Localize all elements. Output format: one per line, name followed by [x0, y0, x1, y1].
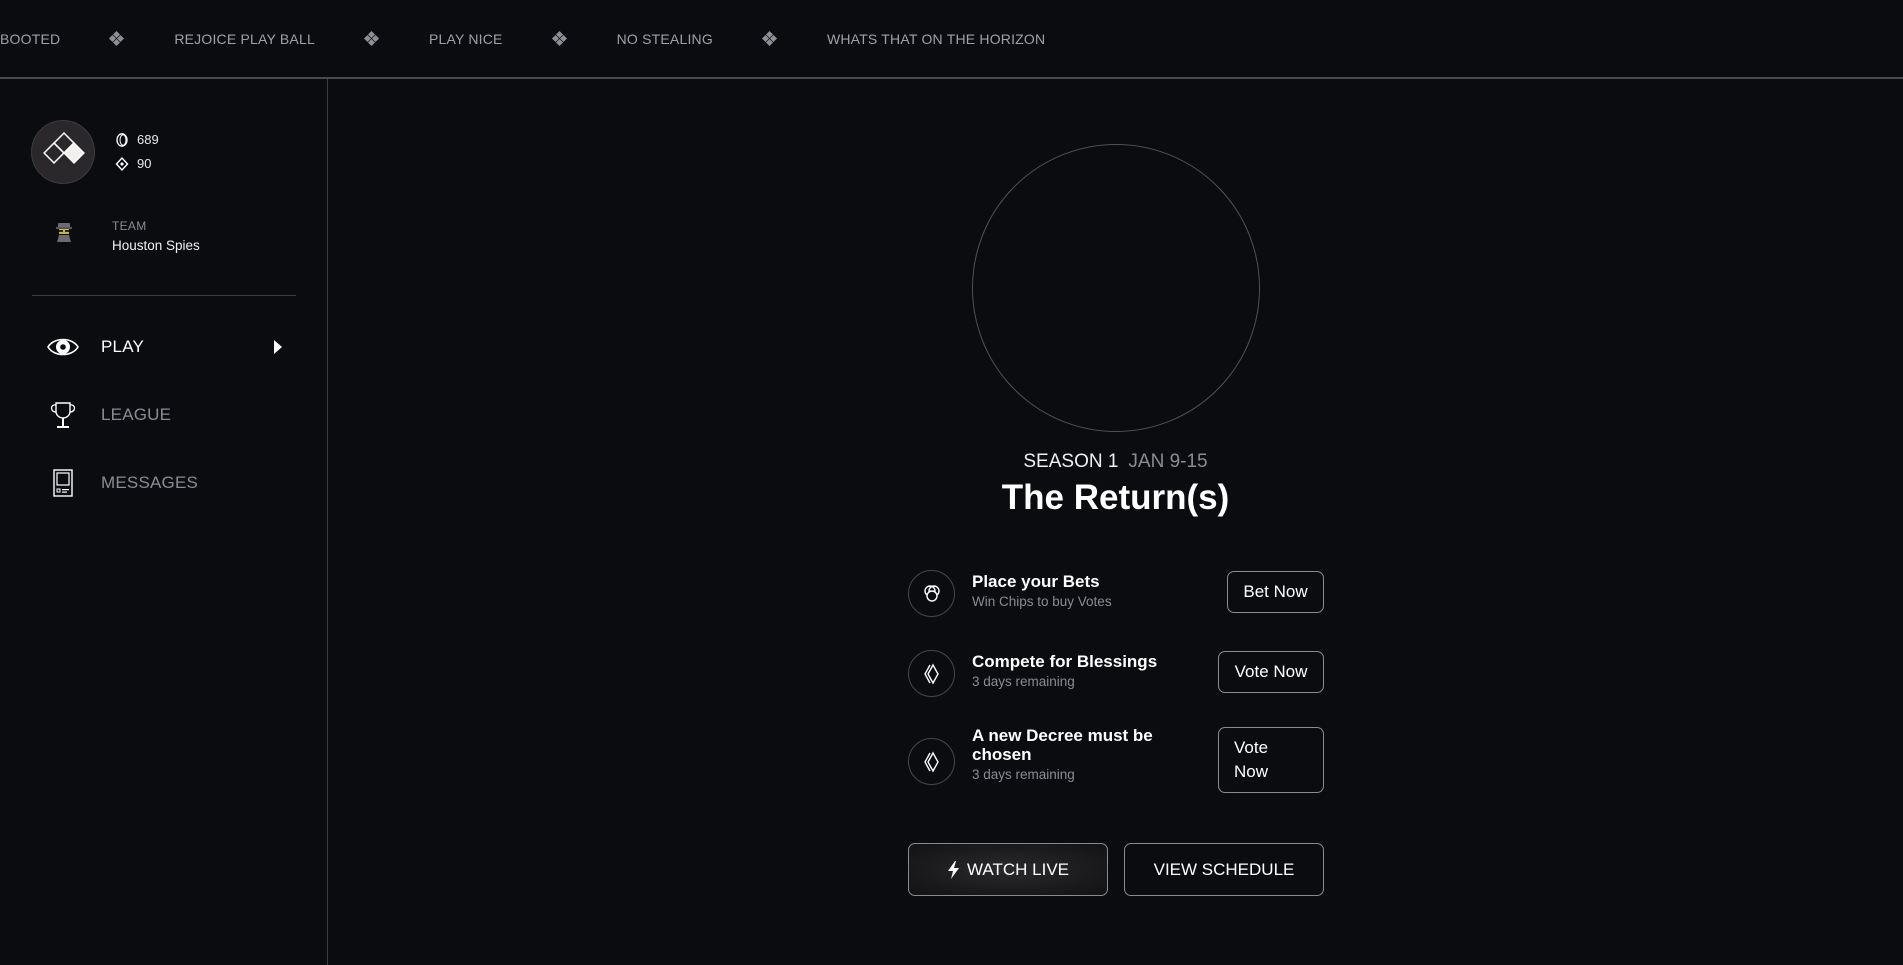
- action-title: Place your Bets: [972, 572, 1100, 591]
- book-icon: [45, 469, 81, 497]
- chips-icon: [908, 570, 955, 617]
- spy-emoji-icon: [54, 220, 74, 242]
- view-schedule-label: VIEW SCHEDULE: [1153, 859, 1295, 879]
- action-subtitle: 3 days remaining: [972, 767, 1075, 782]
- trophy-icon: [45, 401, 81, 429]
- action-row-bets: Place your Bets Win Chips to buy Votes B…: [908, 570, 1324, 618]
- ticker-item: WHATS THAT ON THE HORIZON: [826, 31, 1046, 47]
- watch-live-button[interactable]: WATCH LIVE: [908, 843, 1108, 896]
- four-diamond-icon: [109, 30, 125, 47]
- sidebar: 689 90 TEAM Houston Spies PLAY LEAGUE ME…: [0, 79, 328, 965]
- diamonds-logo-icon: [43, 132, 85, 164]
- ticker-item: PLAY NICE: [428, 31, 503, 47]
- header-ticker-bar: BOOTED REJOICE PLAY BALL PLAY NICE NO ST…: [0, 0, 1903, 79]
- action-row-decree: A new Decree must be chosen 3 days remai…: [908, 726, 1324, 804]
- action-subtitle: Win Chips to buy Votes: [972, 594, 1112, 609]
- chevron-right-icon: [273, 340, 283, 359]
- action-row-blessings: Compete for Blessings 3 days remaining V…: [908, 650, 1324, 698]
- decree-diamond-icon: [908, 738, 955, 785]
- coins-value: 689: [137, 132, 159, 147]
- avatar[interactable]: [31, 120, 95, 184]
- sidebar-item-league[interactable]: LEAGUE: [32, 395, 296, 435]
- coin-icon: [116, 132, 128, 147]
- diamond-vote-icon: [115, 156, 129, 171]
- sidebar-item-messages[interactable]: MESSAGES: [32, 463, 296, 503]
- four-diamond-icon: [363, 30, 379, 47]
- action-subtitle: 3 days remaining: [972, 674, 1075, 689]
- team-name[interactable]: Houston Spies: [112, 238, 200, 253]
- four-diamond-icon: [551, 30, 567, 47]
- votes-stat: 90: [115, 156, 151, 171]
- season-heading: SEASON 1 JAN 9-15: [328, 451, 1903, 473]
- lightning-icon: [947, 860, 959, 879]
- vote-now-decree-button[interactable]: Vote Now: [1218, 727, 1324, 793]
- main-content: SEASON 1 JAN 9-15 The Return(s) Place you…: [328, 79, 1903, 965]
- season-dates: JAN 9-15: [1128, 451, 1208, 472]
- ticker-item: REJOICE PLAY BALL: [174, 31, 315, 47]
- sidebar-item-label: LEAGUE: [101, 405, 172, 424]
- sidebar-divider: [32, 295, 296, 296]
- ticker-item: NO STEALING: [616, 31, 713, 47]
- season-label: SEASON 1: [1023, 451, 1119, 472]
- page-title: The Return(s): [1001, 478, 1230, 517]
- four-diamond-icon: [761, 30, 777, 47]
- vote-now-blessings-button[interactable]: Vote Now: [1218, 651, 1324, 693]
- votes-value: 90: [137, 156, 152, 171]
- team-label: TEAM: [112, 219, 147, 233]
- blessing-diamond-icon: [908, 650, 955, 697]
- sidebar-item-label: PLAY: [101, 337, 145, 356]
- bet-now-button[interactable]: Bet Now: [1227, 571, 1324, 613]
- sidebar-item-label: MESSAGES: [101, 473, 199, 492]
- sidebar-item-play[interactable]: PLAY: [32, 327, 296, 367]
- view-schedule-button[interactable]: VIEW SCHEDULE: [1124, 843, 1324, 896]
- eye-icon: [45, 336, 81, 358]
- coins-stat: 689: [115, 132, 159, 147]
- season-emblem-circle: [972, 144, 1260, 432]
- action-title: Compete for Blessings: [972, 652, 1158, 671]
- ticker-item: BOOTED: [0, 31, 61, 47]
- watch-live-label: WATCH LIVE: [966, 859, 1069, 879]
- ticker: BOOTED REJOICE PLAY BALL PLAY NICE NO ST…: [0, 30, 1046, 47]
- action-title: A new Decree must be chosen: [972, 726, 1153, 764]
